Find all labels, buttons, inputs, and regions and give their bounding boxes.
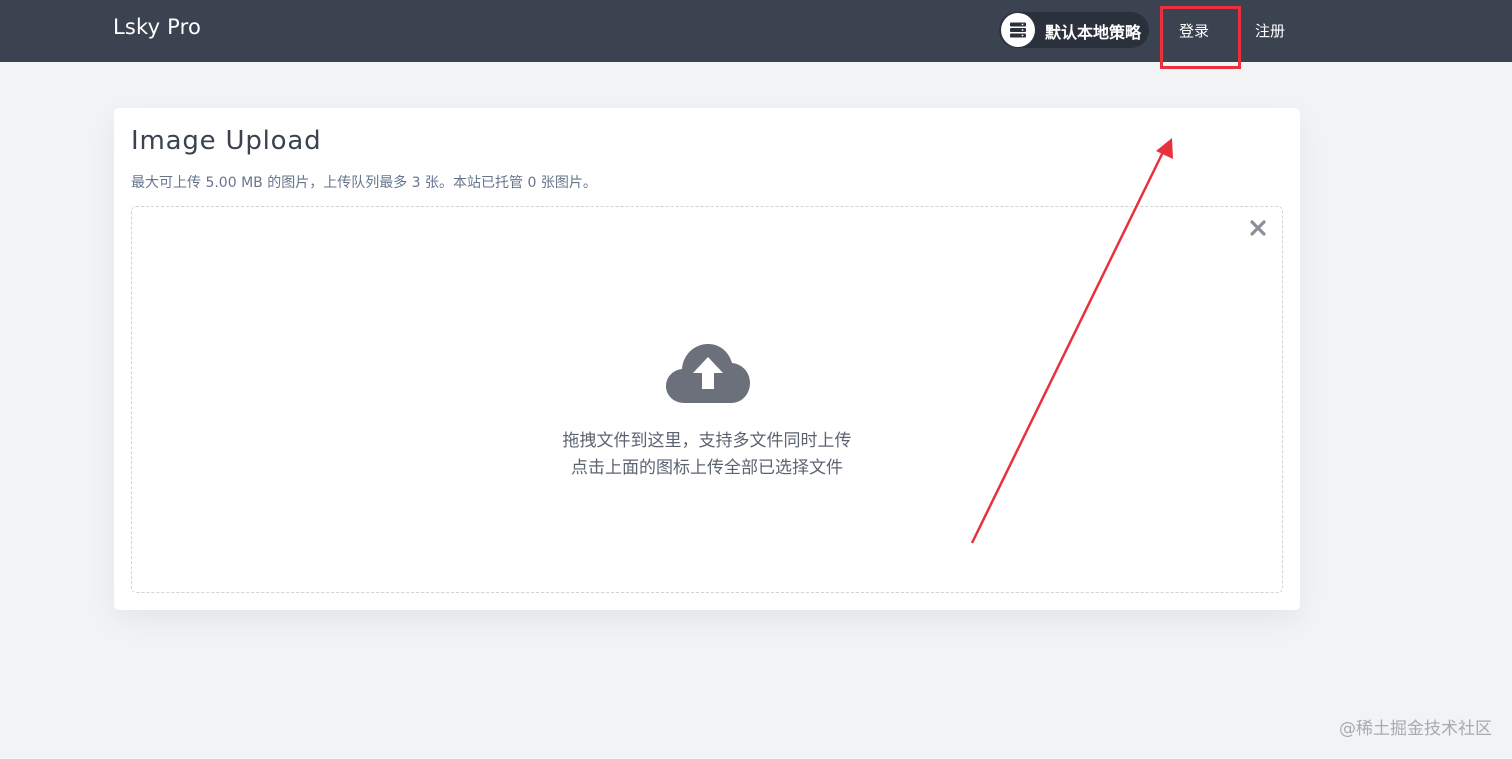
storage-strategy-selector[interactable]: 默认本地策略: [999, 12, 1149, 48]
brand-logo[interactable]: Lsky Pro: [113, 15, 201, 39]
top-navbar: Lsky Pro 默认本地策略 登录 注册: [0, 0, 1512, 62]
page-title: Image Upload: [131, 126, 322, 156]
file-dropzone[interactable]: 拖拽文件到这里，支持多文件同时上传 点击上面的图标上传全部已选择文件: [131, 206, 1283, 593]
register-link[interactable]: 注册: [1255, 20, 1285, 41]
strategy-label: 默认本地策略: [1045, 23, 1142, 42]
close-icon[interactable]: [1248, 218, 1268, 238]
cloud-upload-icon[interactable]: [665, 343, 751, 409]
upload-card: Image Upload 最大可上传 5.00 MB 的图片，上传队列最多 3 …: [114, 108, 1300, 610]
annotation-highlight-box: [1160, 6, 1241, 69]
server-icon: [1001, 13, 1035, 47]
dropzone-hint: 点击上面的图标上传全部已选择文件: [571, 458, 843, 478]
upload-limits-text: 最大可上传 5.00 MB 的图片，上传队列最多 3 张。本站已托管 0 张图片…: [131, 175, 597, 191]
dropzone-instruction: 拖拽文件到这里，支持多文件同时上传: [562, 431, 852, 451]
watermark-text: @稀土掘金技术社区: [1339, 719, 1492, 739]
